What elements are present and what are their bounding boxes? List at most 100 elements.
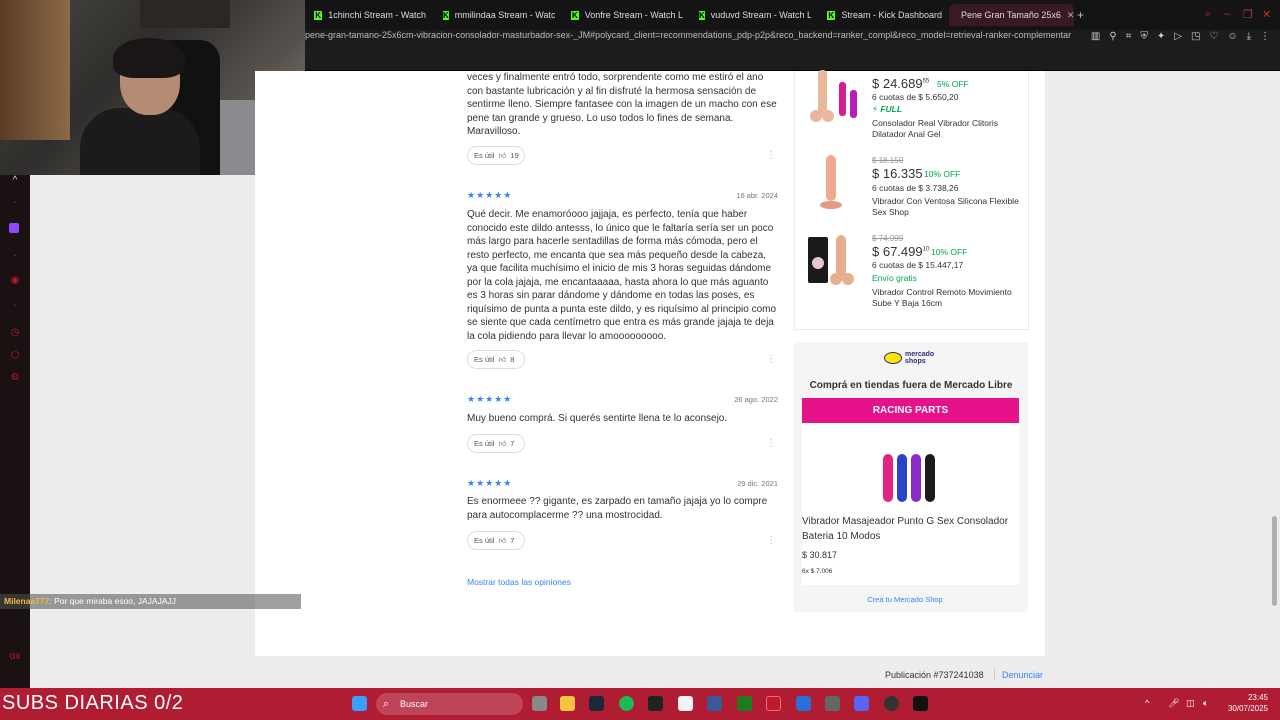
- useful-button[interactable]: Es útil 👍︎ 7: [467, 531, 525, 550]
- taskbar-search[interactable]: ⌕ Buscar: [376, 693, 523, 715]
- close-tab-icon[interactable]: ✕: [1067, 10, 1074, 21]
- review-date: 29 dic. 2021: [737, 479, 778, 488]
- tab-vuduvd[interactable]: K vuduvd Stream - Watch L: [699, 4, 811, 26]
- task-view-icon[interactable]: [532, 696, 547, 711]
- tab-active-product[interactable]: Pene Gran Tamaño 25x6 ✕: [949, 4, 1074, 26]
- shop-product-title[interactable]: Vibrador Masajeador Punto G Sex Consolad…: [802, 515, 1017, 544]
- review-stars: ★★★★★: [467, 190, 513, 200]
- settings-app-icon[interactable]: [707, 696, 722, 711]
- see-all-reviews-link[interactable]: Mostrar todas las opiniones: [467, 577, 571, 587]
- new-tab-button[interactable]: +: [1077, 8, 1084, 22]
- clock-icon[interactable]: ◷: [9, 327, 21, 339]
- store-icon[interactable]: [678, 696, 693, 711]
- shop-product-price: $ 30.817: [802, 550, 838, 560]
- sidebar-dash-icon[interactable]: -: [9, 300, 21, 312]
- collapse-icon[interactable]: ^: [9, 175, 21, 187]
- browser-icon[interactable]: [766, 696, 781, 711]
- discount-badge: 10% OFF: [931, 247, 968, 257]
- webcam-person-hair: [113, 38, 185, 78]
- shop-product-card[interactable]: [802, 423, 1019, 585]
- product-thumbnail[interactable]: [806, 233, 861, 288]
- installments: 6 cuotas de $ 15.447,17: [872, 260, 964, 270]
- volume-icon[interactable]: 🔈︎: [1203, 698, 1208, 709]
- file-explorer-icon[interactable]: [560, 696, 575, 711]
- useful-button[interactable]: Es útil 👍︎ 8: [467, 350, 525, 369]
- review-menu-icon[interactable]: ⋮: [766, 150, 776, 161]
- useful-button[interactable]: Es útil 👍︎ 19: [467, 146, 525, 165]
- minimize-icon[interactable]: –: [1224, 8, 1230, 20]
- sidebar-dot-icon[interactable]: -: [9, 197, 21, 209]
- maximize-icon[interactable]: ❐: [1243, 8, 1253, 21]
- app-icon[interactable]: [648, 696, 663, 711]
- review-menu-icon[interactable]: ⋮: [766, 438, 776, 449]
- steam-icon[interactable]: [589, 696, 604, 711]
- profile-icon[interactable]: ☺: [1227, 31, 1237, 42]
- bookmark-icon[interactable]: ◳: [1191, 31, 1200, 42]
- clock[interactable]: 23:45 30/07/2025: [1226, 692, 1268, 714]
- shield-icon[interactable]: ⛨: [1140, 31, 1148, 42]
- store-banner[interactable]: RACING PARTS: [802, 398, 1019, 423]
- review-stars: ★★★★★: [467, 394, 513, 404]
- download-icon[interactable]: ⤓: [1247, 31, 1251, 42]
- obs-icon[interactable]: [884, 696, 899, 711]
- notes-icon[interactable]: [796, 696, 811, 711]
- menu-icon[interactable]: ⋮: [1260, 31, 1270, 42]
- url-field[interactable]: pene-gran-tamano-25x6cm-vibracion-consol…: [305, 30, 1100, 40]
- windows-taskbar: [0, 688, 1280, 720]
- extensions-icon[interactable]: ✦: [1157, 31, 1165, 42]
- reader-icon[interactable]: ▥: [1091, 31, 1100, 42]
- chat-text: Por que miraba esoo, JAJAJAJJ: [54, 596, 177, 606]
- tab-mmilindaa[interactable]: K mmilindaa Stream - Watc: [443, 4, 555, 26]
- review-date: 16 abr. 2024: [736, 191, 778, 200]
- pin-icon[interactable]: ⚲: [1109, 31, 1116, 42]
- create-shop-link[interactable]: Creá tu Mercado Shop: [794, 595, 1016, 604]
- useful-button[interactable]: Es útil 👍︎ 7: [467, 434, 525, 453]
- kick-icon: K: [443, 10, 449, 20]
- play-circle-icon[interactable]: ◉: [9, 275, 21, 287]
- scrollbar-thumb[interactable]: [1272, 516, 1277, 606]
- tab-kick-dashboard[interactable]: K Stream - Kick Dashboard: [827, 4, 942, 26]
- tab-1chinchi[interactable]: K 1chinchi Stream - Watch: [314, 4, 426, 26]
- tab-vonfre[interactable]: K Vonfre Stream - Watch L: [571, 4, 683, 26]
- full-badge: ⚡ FULL: [872, 104, 903, 114]
- twitch-icon[interactable]: [9, 223, 19, 233]
- review-menu-icon[interactable]: ⋮: [766, 535, 776, 546]
- kick-icon: K: [699, 10, 705, 20]
- report-link[interactable]: Denunciar: [1002, 670, 1043, 680]
- spotify-icon[interactable]: [619, 696, 634, 711]
- product-price: $ 16.335: [872, 166, 923, 181]
- page-scrollbar[interactable]: [1269, 71, 1280, 688]
- close-window-icon[interactable]: ✕: [1262, 8, 1271, 21]
- app-icon[interactable]: [825, 696, 840, 711]
- windows-start-icon[interactable]: [352, 696, 367, 711]
- kick-icon: K: [314, 10, 323, 20]
- tab-label: vuduvd Stream - Watch L: [710, 10, 811, 20]
- product-title[interactable]: Consolador Real Vibrador Clitoris Dilata…: [872, 118, 1022, 139]
- old-price: $ 18.150: [872, 156, 904, 165]
- search-placeholder: Buscar: [400, 699, 429, 709]
- sidebar-dash-icon[interactable]: -: [9, 250, 21, 262]
- logo-text: mercado shops: [905, 351, 934, 365]
- microphone-icon[interactable]: 🎤︎: [1168, 698, 1179, 709]
- crop-icon[interactable]: ⌗: [1126, 31, 1132, 42]
- product-title[interactable]: Vibrador Con Ventosa Silicona Flexible S…: [872, 196, 1022, 217]
- product-thumbnail[interactable]: [806, 155, 861, 210]
- xbox-icon[interactable]: [737, 696, 752, 711]
- footer-divider: [994, 668, 995, 681]
- tiktok-icon[interactable]: [913, 696, 928, 711]
- discord-icon[interactable]: [854, 696, 869, 711]
- product-title[interactable]: Vibrador Control Remoto Movimiento Sube …: [872, 287, 1022, 308]
- network-icon[interactable]: ◫: [1186, 698, 1195, 709]
- cube-icon[interactable]: ⬡: [9, 350, 21, 362]
- tab-label: Stream - Kick Dashboard: [841, 10, 942, 20]
- price-main: $ 67.499: [872, 244, 923, 259]
- tray-chevron-icon[interactable]: ^: [1145, 698, 1149, 708]
- product-thumbnail[interactable]: [806, 70, 861, 125]
- chat-separator: :: [49, 596, 52, 606]
- heart-icon[interactable]: ♡: [1209, 31, 1218, 42]
- search-icon: ⌕: [383, 698, 390, 710]
- settings-icon[interactable]: ⚙: [9, 372, 21, 384]
- review-menu-icon[interactable]: ⋮: [766, 354, 776, 365]
- play-icon[interactable]: ▷: [1174, 31, 1182, 42]
- search-tabs-icon[interactable]: ⌕: [1205, 8, 1211, 21]
